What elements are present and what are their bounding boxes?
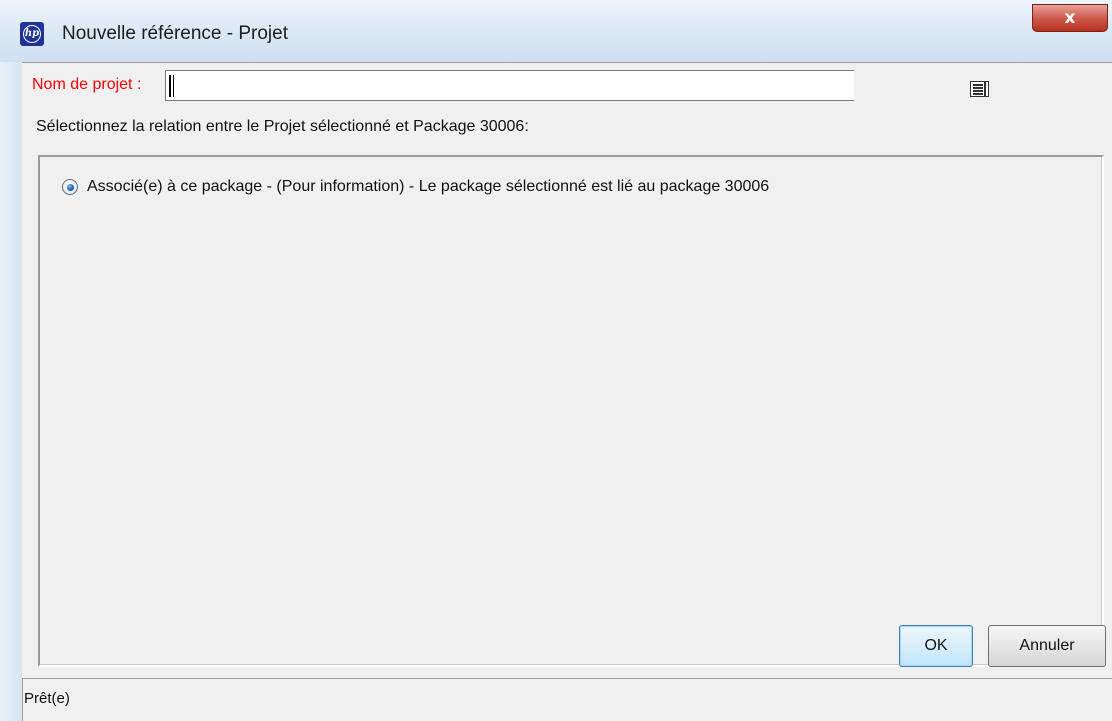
title-bar[interactable]: hp Nouvelle référence - Projet x	[0, 0, 1112, 63]
relation-option-label[interactable]: Associé(e) à ce package - (Pour informat…	[87, 177, 769, 197]
relation-instruction: Sélectionnez la relation entre le Projet…	[36, 118, 529, 135]
text-caret	[169, 75, 171, 97]
radio-dot-icon	[66, 183, 74, 191]
hp-logo-icon: hp	[20, 22, 44, 46]
close-icon: x	[1064, 8, 1076, 28]
status-text: Prêt(e)	[24, 690, 70, 707]
dialog-content: Nom de projet : Sélectionnez la relation…	[22, 62, 1112, 721]
relation-option[interactable]: Associé(e) à ce package - (Pour informat…	[62, 177, 769, 197]
relation-options-panel: Associé(e) à ce package - (Pour informat…	[38, 155, 1104, 667]
project-name-field[interactable]	[165, 70, 989, 101]
close-button[interactable]: x	[1032, 4, 1108, 32]
status-bar: Prêt(e)	[22, 679, 1112, 721]
radio-button-selected[interactable]	[62, 179, 78, 195]
ok-button[interactable]: OK	[899, 625, 973, 667]
window-title: Nouvelle référence - Projet	[62, 23, 288, 44]
text-caret-shadow	[173, 75, 174, 97]
window-frame-left	[0, 62, 22, 721]
cancel-button[interactable]: Annuler	[988, 625, 1106, 667]
list-picker-icon[interactable]	[970, 81, 989, 97]
dialog-window: hp Nouvelle référence - Projet x Nom de …	[0, 0, 1112, 721]
divider	[22, 62, 1112, 63]
project-name-label: Nom de projet :	[32, 76, 142, 93]
